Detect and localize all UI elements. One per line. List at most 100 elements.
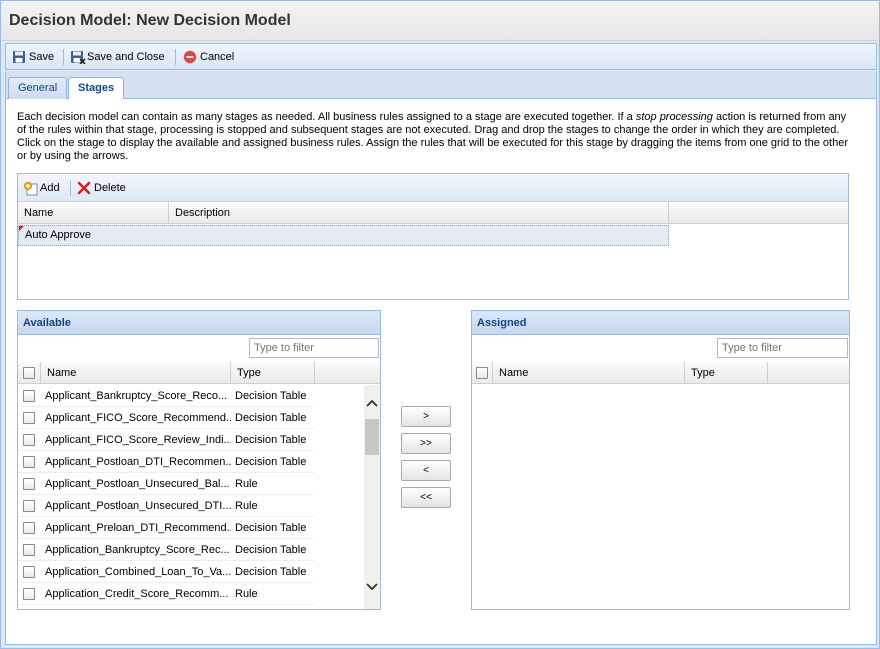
select-all-header xyxy=(18,362,41,384)
move-right-button[interactable]: > xyxy=(401,406,451,427)
main-toolbar: Save Save and Close Cancel xyxy=(5,43,877,70)
row-checkbox[interactable] xyxy=(23,456,35,468)
rule-name: Applicant_Postloan_Unsecured_Bal... xyxy=(45,478,230,490)
tab-stages[interactable]: Stages xyxy=(68,77,125,100)
assigned-grid-header: Name Type xyxy=(472,362,849,384)
cancel-icon xyxy=(183,50,197,64)
rule-name: Application_Bankruptcy_Score_Rec... xyxy=(45,544,230,556)
available-rules-grid: Available Name Type Applicant_Bankruptcy… xyxy=(17,310,381,610)
assigned-panel-header: Assigned xyxy=(472,311,849,335)
column-header-description[interactable]: Description xyxy=(169,202,669,224)
move-all-right-button[interactable]: >> xyxy=(401,433,451,454)
rule-name: Applicant_FICO_Score_Recommend... xyxy=(45,412,231,424)
rule-type: Decision Table xyxy=(235,434,307,446)
add-label: Add xyxy=(40,182,60,194)
list-item[interactable]: Applicant_Postloan_Unsecured_Bal... Rule xyxy=(18,473,314,495)
assigned-filter-input[interactable] xyxy=(717,338,848,358)
save-disk-icon xyxy=(12,50,26,64)
save-and-close-label: Save and Close xyxy=(87,51,165,63)
available-scrollbar[interactable] xyxy=(364,385,380,609)
row-checkbox[interactable] xyxy=(23,434,35,446)
rule-type: Decision Table xyxy=(235,390,307,402)
column-header-name[interactable]: Name xyxy=(493,362,685,384)
save-close-icon xyxy=(70,50,86,65)
select-all-checkbox[interactable] xyxy=(23,367,35,379)
rule-type: Decision Table xyxy=(235,412,307,424)
column-header-name[interactable]: Name xyxy=(18,202,169,224)
rule-name: Applicant_Preloan_DTI_Recommend... xyxy=(45,522,231,534)
row-checkbox[interactable] xyxy=(23,588,35,600)
list-item[interactable]: Application_Bankruptcy_Score_Rec... Deci… xyxy=(18,539,314,561)
description-emphasis: stop processing xyxy=(635,111,713,123)
stages-tab-content: Each decision model can contain as many … xyxy=(5,99,877,645)
rule-type: Rule xyxy=(235,500,258,512)
row-checkbox[interactable] xyxy=(23,544,35,556)
tab-general[interactable]: General xyxy=(8,77,68,99)
row-checkbox[interactable] xyxy=(23,566,35,578)
rule-name: Applicant_Bankruptcy_Score_Reco... xyxy=(45,390,228,402)
list-item[interactable] xyxy=(18,605,314,609)
dirty-marker-icon xyxy=(19,226,24,231)
cancel-label: Cancel xyxy=(200,51,235,63)
save-label: Save xyxy=(29,51,55,63)
available-panel-header: Available xyxy=(18,311,380,335)
rule-name: Applicant_FICO_Score_Review_Indi... xyxy=(45,434,231,446)
add-icon xyxy=(23,181,38,196)
assigned-title: Assigned xyxy=(477,317,527,329)
window-title-bar: Decision Model: New Decision Model xyxy=(1,1,879,41)
save-and-close-button[interactable]: Save and Close xyxy=(70,48,165,66)
stages-grid-toolbar: Add Delete xyxy=(18,174,848,202)
list-item[interactable]: Applicant_Preloan_DTI_Recommend... Decis… xyxy=(18,517,314,539)
row-checkbox[interactable] xyxy=(23,478,35,490)
list-item[interactable]: Applicant_FICO_Score_Recommend... Decisi… xyxy=(18,407,314,429)
rule-type: Rule xyxy=(235,478,258,490)
decision-model-window: Decision Model: New Decision Model Save … xyxy=(0,0,880,649)
toolbar-divider xyxy=(70,180,71,196)
rule-type: Rule xyxy=(235,588,258,600)
column-header-type[interactable]: Type xyxy=(685,362,768,384)
scroll-thumb[interactable] xyxy=(365,419,379,455)
tab-strip: General Stages xyxy=(5,71,877,100)
list-item[interactable]: Applicant_Postloan_Unsecured_DTI... Rule xyxy=(18,495,314,517)
column-header-name[interactable]: Name xyxy=(41,362,231,384)
rule-type: Decision Table xyxy=(235,522,307,534)
row-checkbox[interactable] xyxy=(23,412,35,424)
delete-x-icon xyxy=(77,181,91,195)
available-rows: Applicant_Bankruptcy_Score_Reco... Decis… xyxy=(18,385,364,609)
rule-type: Decision Table xyxy=(235,544,307,556)
toolbar-divider xyxy=(63,49,64,65)
available-filter-input[interactable] xyxy=(249,338,379,358)
list-item[interactable]: Application_Combined_Loan_To_Va... Decis… xyxy=(18,561,314,583)
delete-stage-button[interactable]: Delete xyxy=(77,179,126,197)
select-all-header xyxy=(472,362,493,384)
list-item[interactable]: Applicant_FICO_Score_Review_Indi... Deci… xyxy=(18,429,314,451)
rule-name: Application_Credit_Score_Recomm... xyxy=(45,588,229,600)
toolbar-divider xyxy=(175,49,176,65)
row-checkbox[interactable] xyxy=(23,500,35,512)
delete-label: Delete xyxy=(94,182,126,194)
move-all-left-button[interactable]: << xyxy=(401,487,451,508)
available-title: Available xyxy=(23,317,71,329)
stages-grid: Add Delete Name Description Auto Approve xyxy=(17,173,849,300)
add-stage-button[interactable]: Add xyxy=(23,179,60,197)
column-header-type[interactable]: Type xyxy=(231,362,315,384)
scroll-up-arrow-icon[interactable] xyxy=(366,399,378,408)
row-checkbox[interactable] xyxy=(23,522,35,534)
rule-type: Decision Table xyxy=(235,566,307,578)
cancel-button[interactable]: Cancel xyxy=(183,48,234,66)
row-checkbox[interactable] xyxy=(23,390,35,402)
window-title: Decision Model: New Decision Model xyxy=(9,12,291,29)
move-left-button[interactable]: < xyxy=(401,460,451,481)
stage-name-cell: Auto Approve xyxy=(25,229,92,241)
assigned-rules-grid: Assigned Name Type xyxy=(471,310,850,610)
list-item[interactable]: Applicant_Bankruptcy_Score_Reco... Decis… xyxy=(18,385,314,407)
description-text-1: Each decision model can contain as many … xyxy=(17,111,636,123)
save-button[interactable]: Save xyxy=(12,48,54,66)
list-item[interactable]: Application_Credit_Score_Recomm... Rule xyxy=(18,583,314,605)
list-item[interactable]: Applicant_Postloan_DTI_Recommen... Decis… xyxy=(18,451,314,473)
available-grid-header: Name Type xyxy=(18,362,380,384)
scroll-down-arrow-icon[interactable] xyxy=(366,582,378,591)
stage-row[interactable]: Auto Approve xyxy=(18,225,669,246)
stages-grid-header: Name Description xyxy=(18,202,848,224)
select-all-checkbox[interactable] xyxy=(476,367,488,379)
